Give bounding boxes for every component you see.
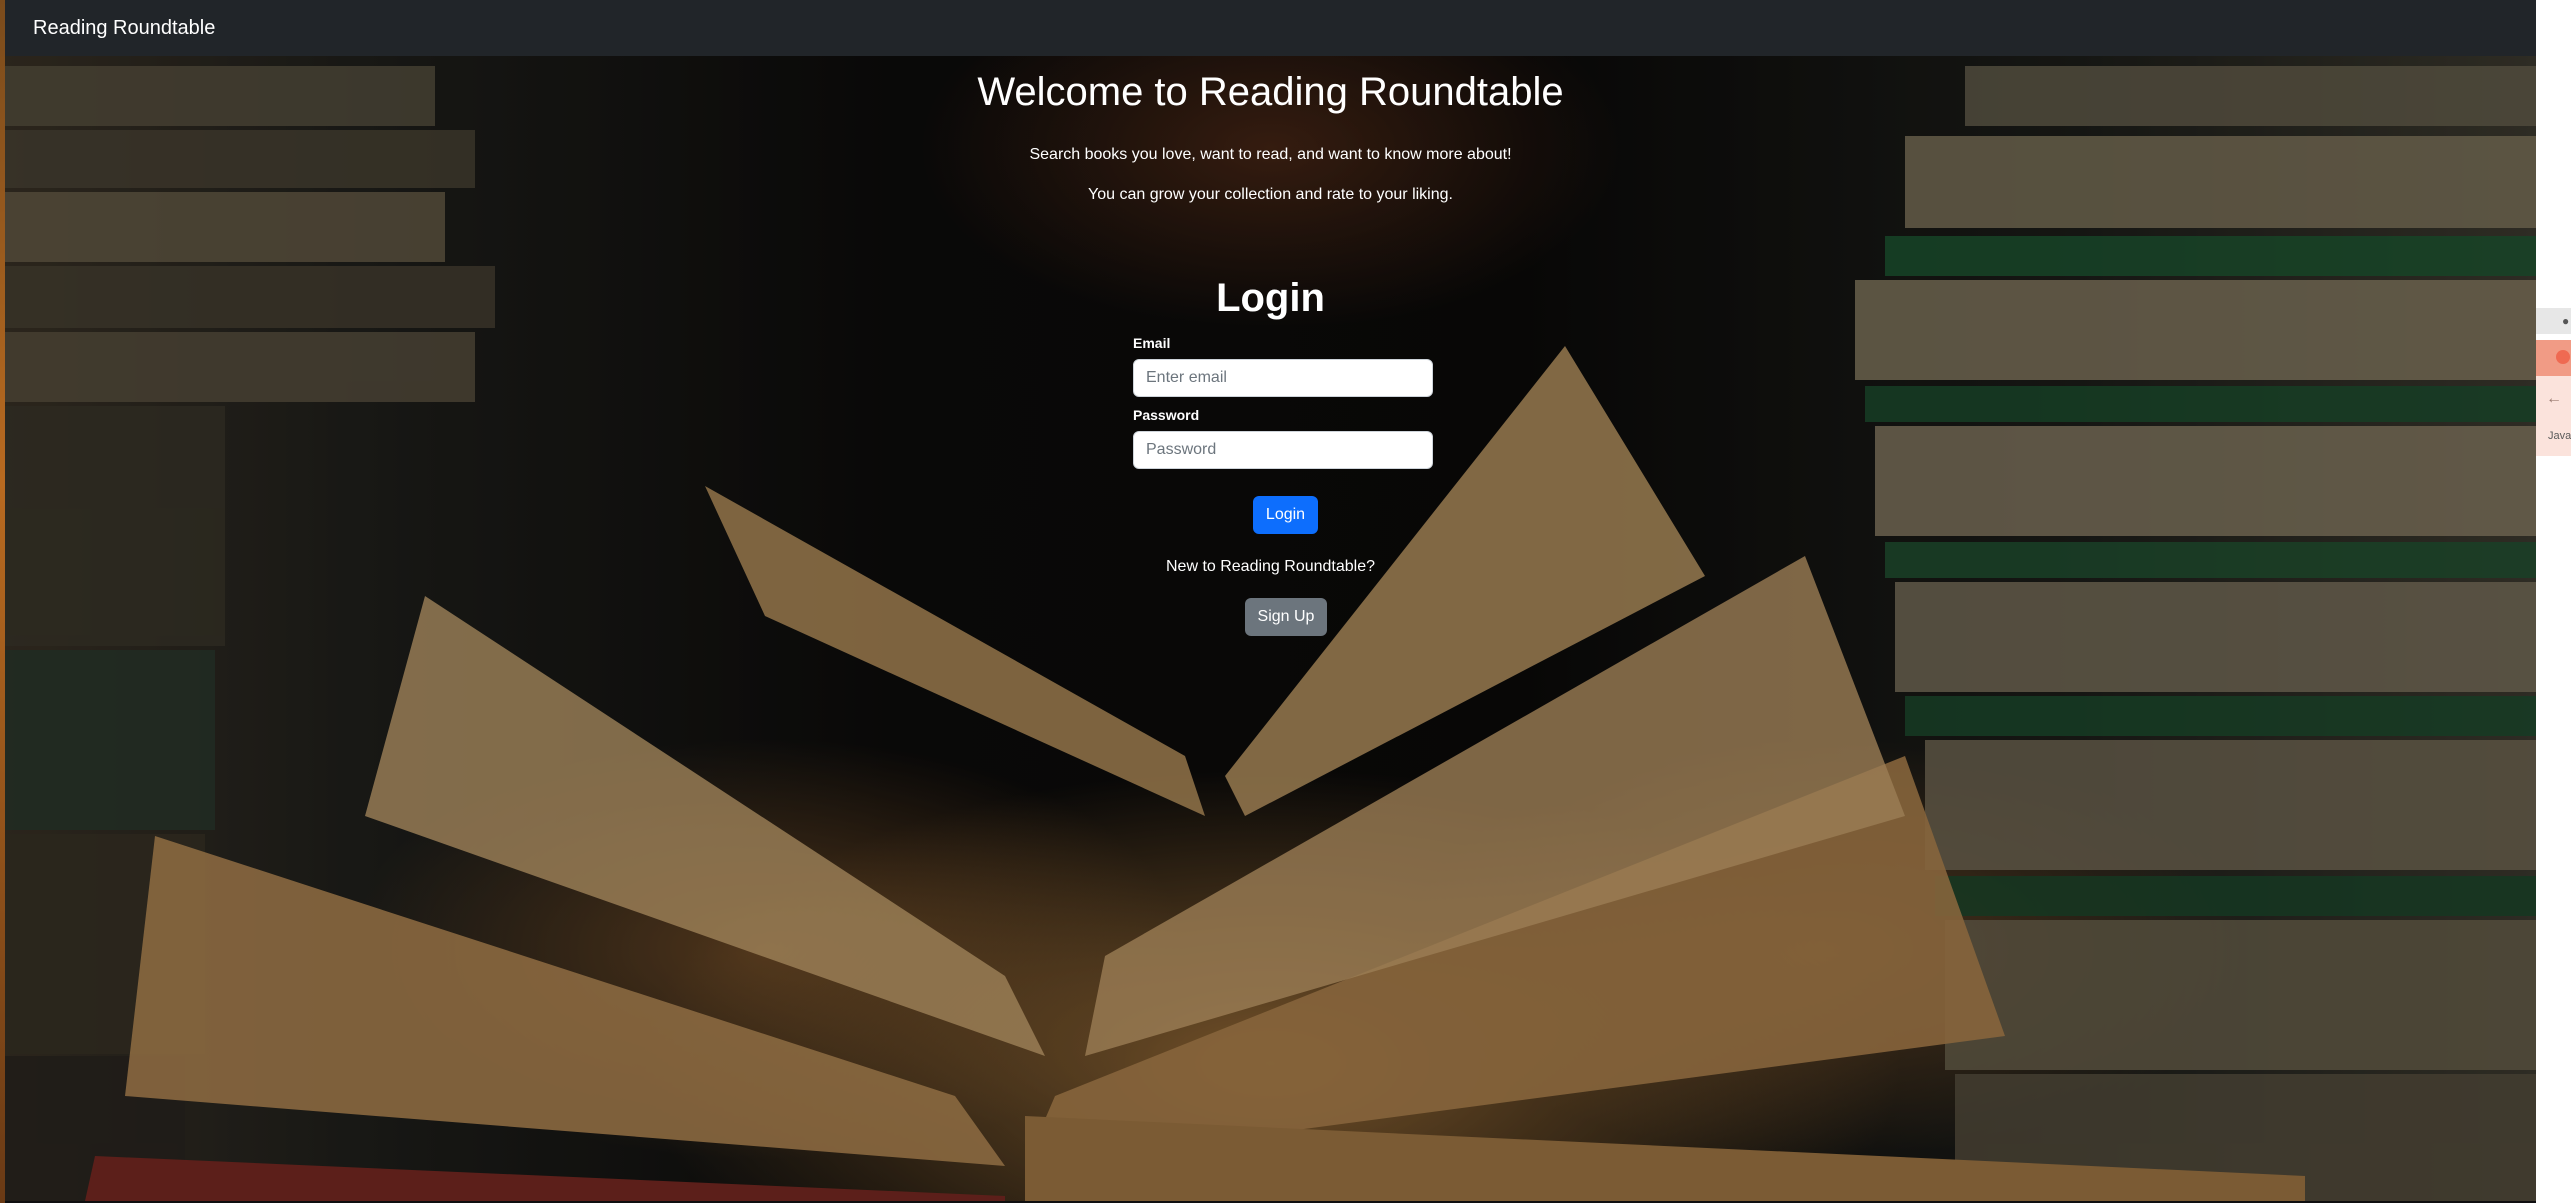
- side-window-text: Java: [2548, 430, 2571, 442]
- email-field[interactable]: [1133, 359, 1433, 397]
- login-button[interactable]: Login: [1253, 496, 1318, 534]
- signup-button[interactable]: Sign Up: [1245, 598, 1327, 636]
- side-window-toolbar: [2536, 376, 2571, 456]
- close-dot-icon[interactable]: [2556, 350, 2570, 364]
- page: Reading Roundtable Welcome to Reading Ro…: [0, 0, 2571, 1203]
- hero-subtitle-1: Search books you love, want to read, and…: [1029, 146, 1512, 163]
- navbar: Reading Roundtable: [5, 0, 2536, 56]
- signup-prompt: New to Reading Roundtable?: [1165, 558, 1376, 575]
- password-label: Password: [1133, 407, 1200, 423]
- login-form: Email Password: [1133, 335, 1433, 469]
- password-field[interactable]: [1133, 431, 1433, 469]
- login-heading: Login: [1216, 276, 1325, 320]
- hero-background: Welcome to Reading Roundtable Search boo…: [5, 56, 2536, 1201]
- navbar-brand[interactable]: Reading Roundtable: [33, 17, 215, 40]
- page-title: Welcome to Reading Roundtable: [977, 70, 1564, 114]
- email-label: Email: [1133, 335, 1171, 351]
- apple-icon: ●: [2562, 314, 2570, 328]
- hero-subtitle-2: You can grow your collection and rate to…: [1088, 186, 1453, 203]
- side-window-peek: ● ← Java: [2536, 0, 2571, 1203]
- back-arrow-icon[interactable]: ←: [2546, 390, 2562, 408]
